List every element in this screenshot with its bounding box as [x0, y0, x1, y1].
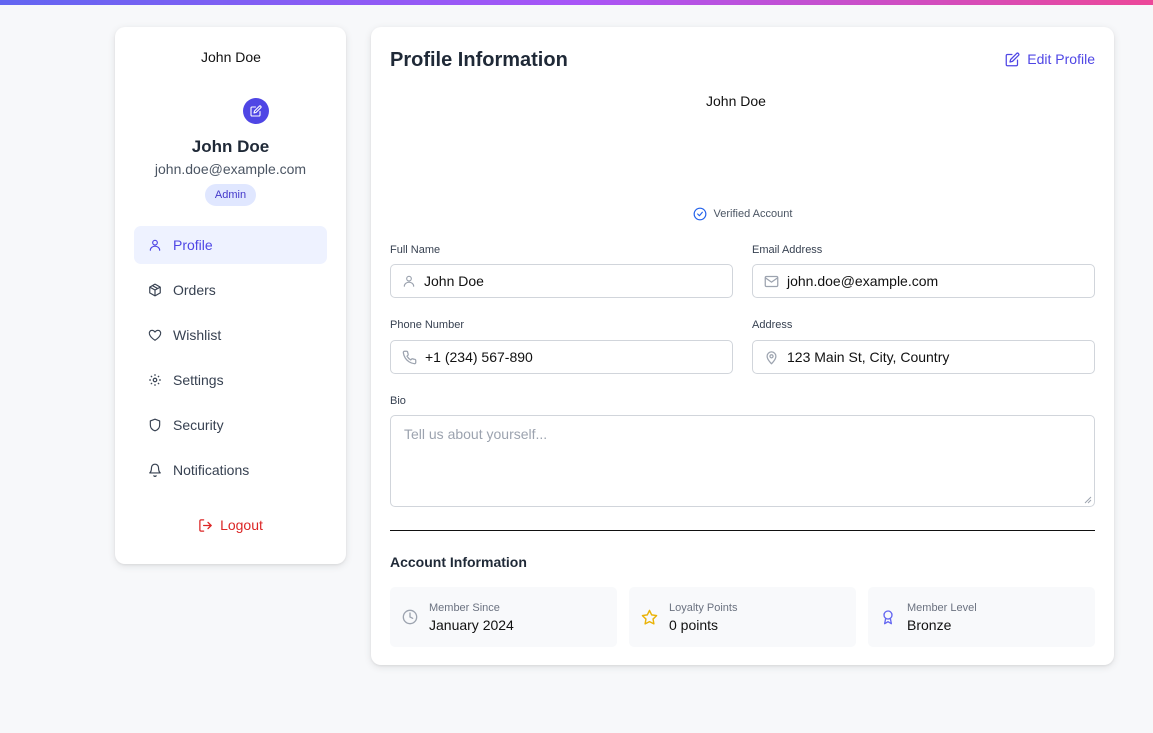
star-icon: [641, 609, 658, 626]
stat-member-level: Member Level Bronze: [868, 587, 1095, 647]
stat-value: January 2024: [429, 616, 514, 633]
stat-member-since: Member Since January 2024: [390, 587, 617, 647]
stat-label: Member Level: [907, 601, 977, 614]
heart-icon: [148, 328, 162, 342]
stat-value: Bronze: [907, 616, 952, 633]
sidebar-item-label: Notifications: [173, 462, 250, 478]
full-name-value: John Doe: [424, 273, 484, 289]
sidebar-item-wishlist[interactable]: Wishlist: [134, 316, 327, 354]
verified-label: Verified Account: [713, 208, 793, 220]
address-label: Address: [752, 319, 793, 331]
bio-label: Bio: [390, 395, 406, 407]
sidebar-item-profile[interactable]: Profile: [134, 226, 327, 264]
bio-placeholder: Tell us about yourself...: [404, 426, 548, 442]
edit-icon: [250, 105, 262, 117]
map-pin-icon: [764, 350, 779, 365]
phone-label: Phone Number: [390, 319, 464, 331]
clock-icon: [402, 609, 418, 625]
sidebar-item-label: Orders: [173, 282, 216, 298]
stat-loyalty-points: Loyalty Points 0 points: [629, 587, 856, 647]
user-email: john.doe@example.com: [154, 161, 307, 177]
sidebar-item-label: Security: [173, 417, 224, 433]
mail-icon: [764, 274, 779, 289]
account-info-title: Account Information: [390, 554, 527, 570]
logout-label: Logout: [220, 517, 263, 533]
email-label: Email Address: [752, 244, 823, 256]
avatar: John Doe: [201, 49, 261, 65]
package-icon: [148, 283, 162, 297]
profile-sidebar: John Doe John Doe john.doe@example.com A…: [115, 27, 346, 564]
user-icon: [402, 274, 416, 288]
phone-field[interactable]: +1 (234) 567-890: [390, 340, 733, 374]
edit-avatar-button[interactable]: [243, 98, 269, 124]
profile-main-card: Profile Information Edit Profile John Do…: [371, 27, 1114, 665]
stat-label: Member Since: [429, 601, 500, 614]
address-value: 123 Main St, City, Country: [787, 349, 950, 365]
address-field[interactable]: 123 Main St, City, Country: [752, 340, 1095, 374]
user-icon: [148, 238, 162, 252]
bio-textarea[interactable]: Tell us about yourself...: [390, 415, 1095, 507]
role-badge: Admin: [205, 184, 256, 206]
sidebar-nav: Profile Orders Wishlist Settings Securit…: [134, 226, 327, 496]
full-name-label: Full Name: [390, 244, 441, 256]
edit-profile-button[interactable]: Edit Profile: [1005, 51, 1095, 67]
phone-icon: [402, 350, 417, 365]
sidebar-item-label: Wishlist: [173, 327, 222, 343]
verified-badge: Verified Account: [371, 207, 1114, 221]
sidebar-item-notifications[interactable]: Notifications: [134, 451, 327, 489]
profile-avatar: John Doe: [706, 93, 766, 109]
stat-value: 0 points: [669, 616, 719, 633]
resize-handle-icon[interactable]: [1084, 496, 1092, 504]
stat-label: Loyalty Points: [669, 601, 738, 614]
check-circle-icon: [693, 207, 707, 221]
full-name-field[interactable]: John Doe: [390, 264, 733, 298]
phone-value: +1 (234) 567-890: [425, 349, 533, 365]
logout-button[interactable]: Logout: [115, 517, 346, 533]
email-field[interactable]: john.doe@example.com: [752, 264, 1095, 298]
sidebar-item-settings[interactable]: Settings: [134, 361, 327, 399]
award-icon: [880, 609, 896, 625]
email-value: john.doe@example.com: [787, 273, 939, 289]
sidebar-item-orders[interactable]: Orders: [134, 271, 327, 309]
logout-icon: [198, 518, 213, 533]
sidebar-item-security[interactable]: Security: [134, 406, 327, 444]
section-divider: [390, 530, 1095, 531]
top-gradient-bar: [0, 0, 1153, 5]
sidebar-item-label: Profile: [173, 237, 213, 253]
user-name: John Doe: [191, 137, 270, 156]
bell-icon: [148, 463, 162, 477]
page-title: Profile Information: [390, 49, 568, 71]
sidebar-item-label: Settings: [173, 372, 224, 388]
gear-icon: [148, 373, 162, 387]
edit-profile-label: Edit Profile: [1027, 51, 1095, 67]
shield-icon: [148, 418, 162, 432]
edit-icon: [1005, 52, 1020, 67]
